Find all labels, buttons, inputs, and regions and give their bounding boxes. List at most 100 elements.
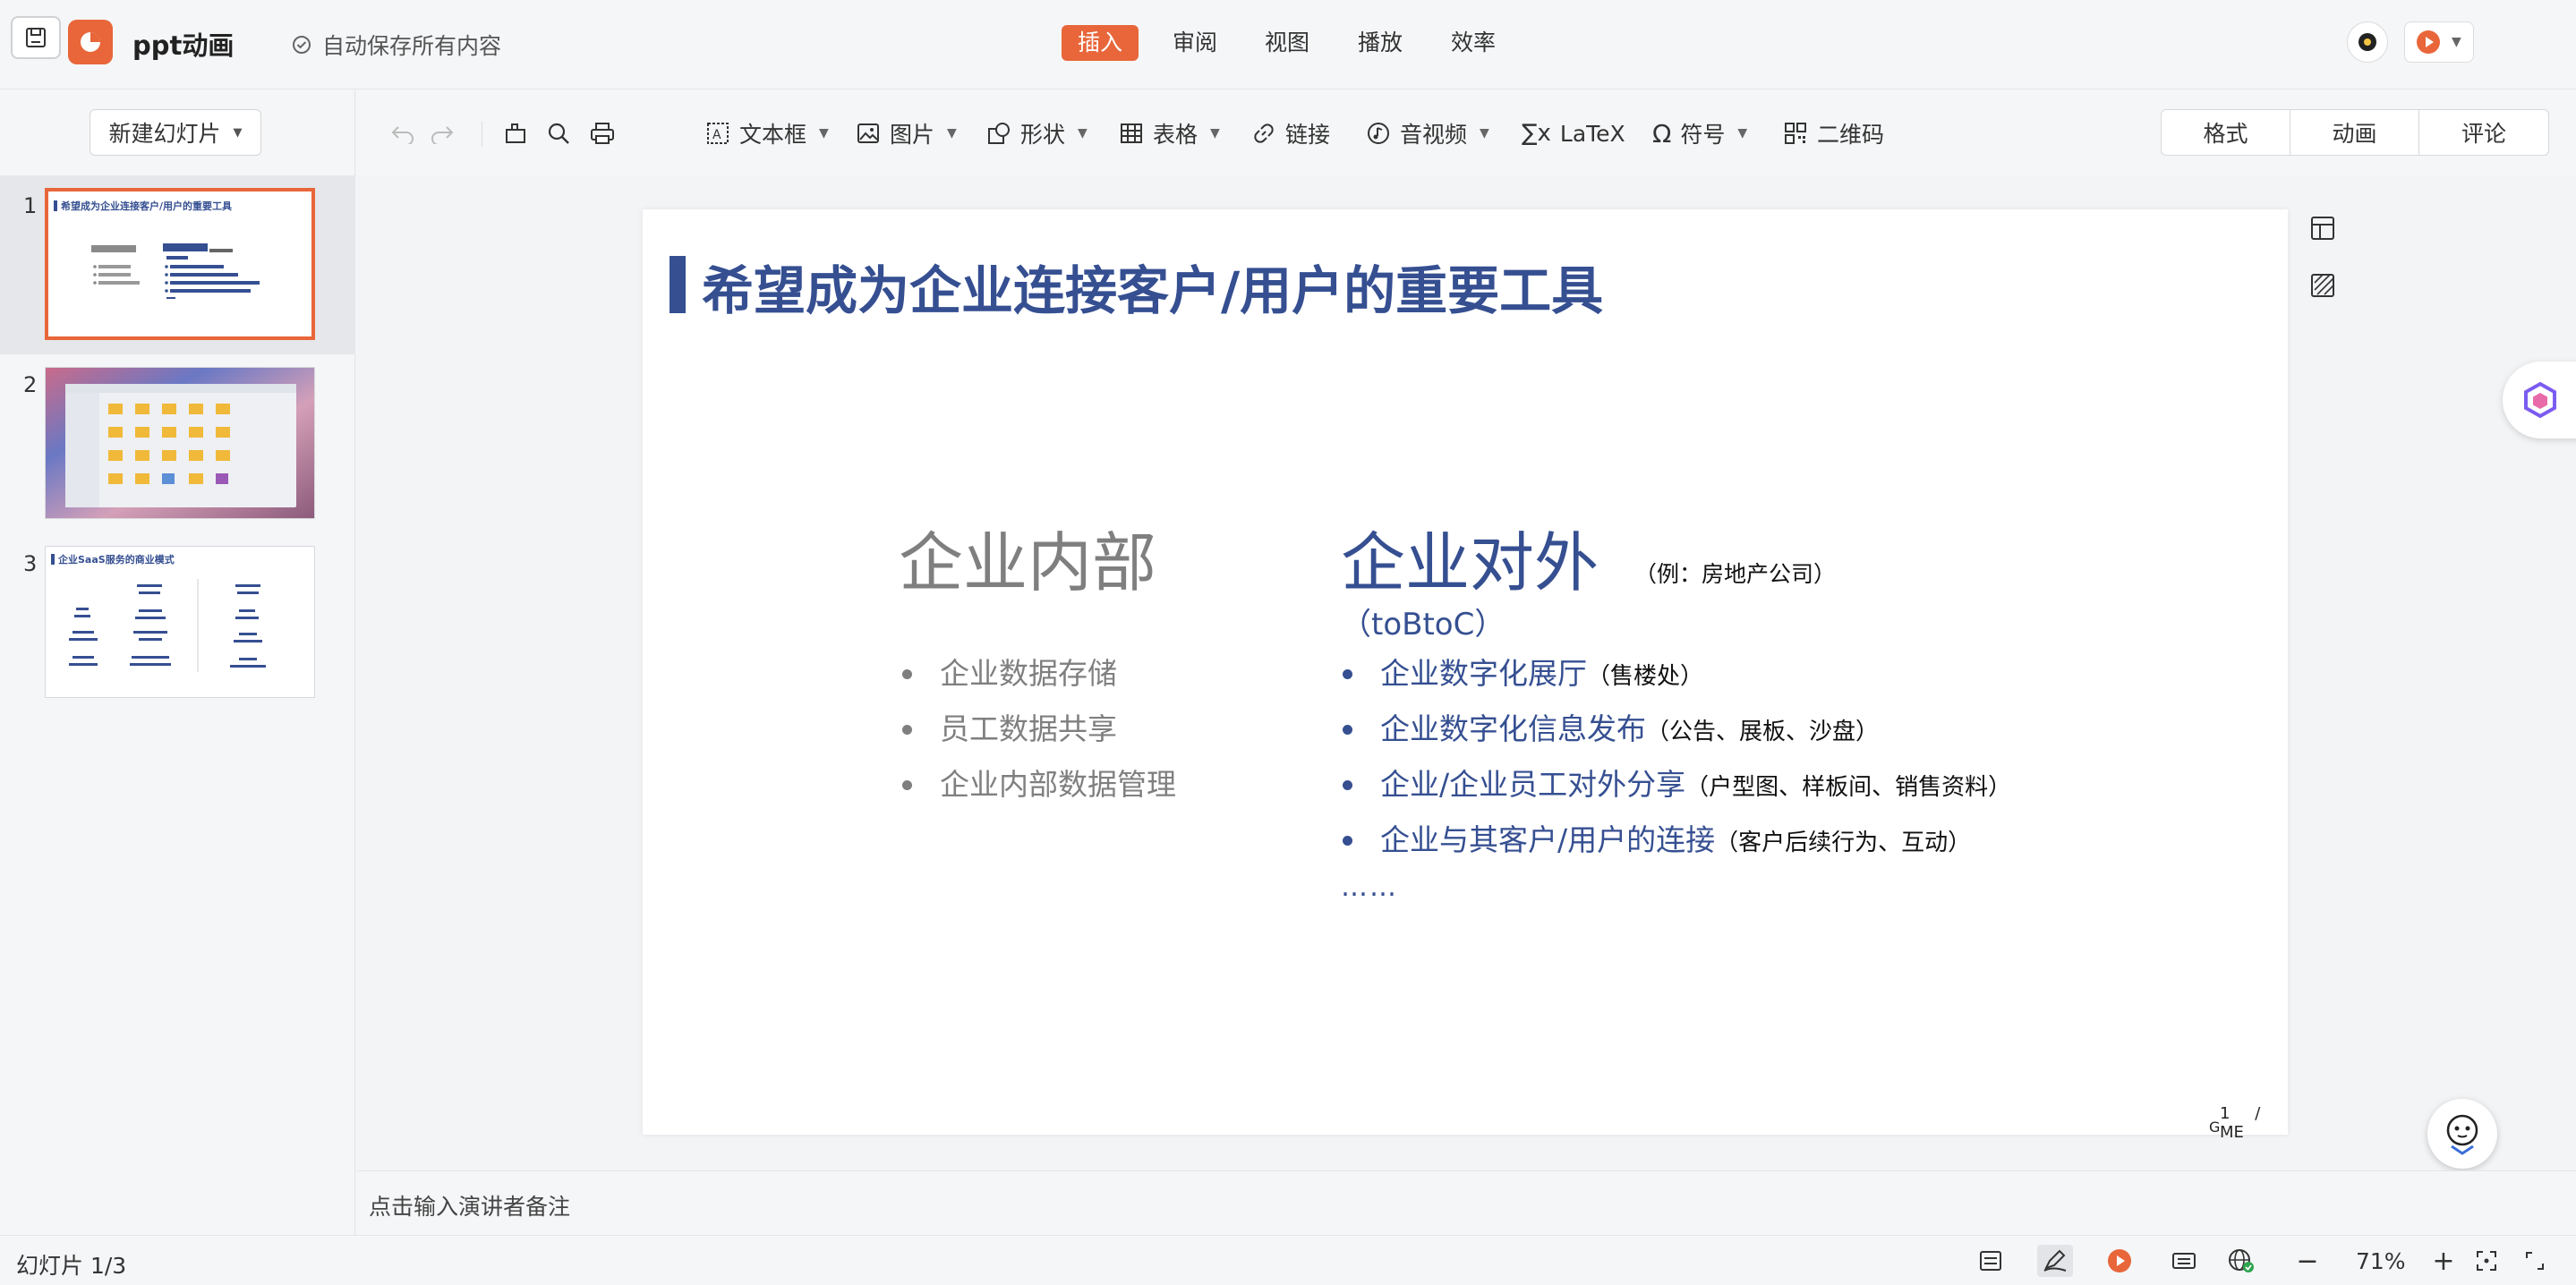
background-icon: [2311, 274, 2334, 297]
slide-canvas[interactable]: 希望成为企业连接客户/用户的重要工具 企业内部 企业对外 （例：房地产公司） （…: [643, 209, 2288, 1142]
speaker-notes[interactable]: 点击输入演讲者备注: [356, 1170, 2576, 1235]
slide-thumbnail-row-3[interactable]: 3 企业SaaS服务的商业模式: [0, 533, 355, 712]
menu-insert[interactable]: 插入: [1062, 25, 1139, 61]
printer-icon: [591, 123, 614, 144]
undo-button[interactable]: [390, 118, 415, 149]
background-button[interactable]: [2309, 272, 2336, 302]
shape-button[interactable]: 形状 ▼: [986, 118, 1088, 149]
slide-thumbnail-1[interactable]: 希望成为企业连接客户/用户的重要工具: [45, 188, 315, 340]
left-bullet-list[interactable]: 企业数据存储 员工数据共享 企业内部数据管理: [900, 646, 1176, 813]
new-slide-button[interactable]: 新建幻灯片 ▼: [90, 109, 261, 156]
notes-toggle-button[interactable]: [1973, 1245, 2009, 1277]
notes-placeholder[interactable]: 点击输入演讲者备注: [369, 1189, 570, 1221]
find-button[interactable]: [546, 118, 571, 149]
slide-thumbnail-row-2[interactable]: 2: [0, 354, 355, 533]
slide-thumbnail-row-1[interactable]: 1 希望成为企业连接客户/用户的重要工具: [0, 175, 355, 354]
document-title[interactable]: ppt动画: [132, 25, 234, 63]
property-tabs: 格式 动画 评论: [2161, 109, 2549, 156]
shape-label: 形状: [1020, 122, 1066, 148]
save-icon: [26, 28, 46, 47]
qrcode-icon: [1785, 123, 1806, 144]
symbol-button[interactable]: Ω 符号 ▼: [1652, 118, 1747, 149]
help-assistant-button[interactable]: [2427, 1099, 2497, 1169]
list-item: 企业内部数据管理: [900, 757, 1176, 813]
zoom-in-button[interactable]: +: [2426, 1245, 2461, 1277]
format-painter-button[interactable]: [503, 118, 528, 149]
fit-screen-icon: [2477, 1251, 2496, 1271]
tab-animation[interactable]: 动画: [2290, 110, 2419, 155]
chevron-down-icon[interactable]: ▼: [1737, 126, 1747, 140]
menu-view[interactable]: 视图: [1265, 25, 1309, 61]
bullet-note: （客户后续行为、互动）: [1715, 830, 1972, 856]
zoom-level[interactable]: 71%: [2356, 1248, 2406, 1274]
ai-assistant-badge[interactable]: [2503, 362, 2576, 438]
globe-check-icon: [2229, 1249, 2254, 1272]
right-bullet-list[interactable]: 企业数字化展厅（售楼处） 企业数字化信息发布（公告、展板、沙盘） 企业/企业员工…: [1341, 646, 2011, 868]
play-button[interactable]: [2102, 1245, 2137, 1277]
image-label: 图片: [890, 122, 935, 148]
right-example-note[interactable]: （例：房地产公司）: [1634, 557, 1836, 589]
right-subheading[interactable]: （toBtoC）: [1341, 600, 1505, 643]
zoom-out-button[interactable]: −: [2290, 1245, 2325, 1277]
link-icon: [1254, 123, 1274, 143]
notes-icon: [1980, 1251, 2001, 1271]
chevron-down-icon[interactable]: ▼: [234, 126, 243, 140]
thumbnail-content: [91, 243, 260, 299]
record-button[interactable]: [2347, 21, 2388, 63]
latex-button[interactable]: ∑x LaTeX: [1522, 118, 1625, 149]
subtitles-button[interactable]: [2166, 1245, 2202, 1277]
slide-number: 1: [23, 193, 38, 218]
format-painter-icon: [506, 123, 525, 143]
bullet-text: 企业数字化展厅: [1380, 656, 1587, 691]
left-heading[interactable]: 企业内部: [899, 510, 1156, 604]
omega-icon: Ω: [1652, 118, 1672, 149]
image-button[interactable]: 图片 ▼: [856, 118, 957, 149]
slideshow-button[interactable]: ▼: [2404, 21, 2474, 63]
shape-icon: [988, 123, 1010, 144]
slide-panel: 新建幻灯片 ▼ 1 希望成为企业连接客户/用户的重要工具 2 3 企业SaaS服…: [0, 89, 355, 1235]
plus-icon: +: [2432, 1245, 2455, 1277]
table-button[interactable]: 表格 ▼: [1119, 118, 1220, 149]
list-item: 员工数据共享: [900, 702, 1176, 757]
tab-format[interactable]: 格式: [2162, 110, 2290, 155]
save-button[interactable]: [11, 16, 61, 59]
print-button[interactable]: [589, 118, 616, 149]
list-item: 企业数据存储: [900, 646, 1176, 702]
layout-button[interactable]: [2309, 215, 2336, 245]
list-item: 企业数字化信息发布（公告、展板、沙盘）: [1341, 702, 2011, 757]
slide-thumbnail-2[interactable]: [45, 367, 315, 519]
textbox-icon: A: [707, 123, 729, 144]
bullet-text: 企业与其客户/用户的连接: [1380, 822, 1716, 857]
layout-icon: [2311, 217, 2334, 240]
link-button[interactable]: 链接: [1251, 118, 1330, 149]
language-button[interactable]: [2223, 1245, 2259, 1277]
annotation-button[interactable]: [2037, 1245, 2073, 1277]
slide-title[interactable]: 希望成为企业连接客户/用户的重要工具: [702, 249, 1603, 324]
pen-icon: [2043, 1249, 2067, 1272]
image-icon: [857, 123, 879, 143]
tab-comment[interactable]: 评论: [2419, 110, 2548, 155]
table-label: 表格: [1153, 122, 1198, 148]
chevron-down-icon[interactable]: ▼: [947, 126, 957, 140]
chevron-down-icon[interactable]: ▼: [1210, 126, 1220, 140]
menu-efficiency[interactable]: 效率: [1451, 25, 1496, 61]
menu-play[interactable]: 播放: [1358, 25, 1403, 61]
menu-review[interactable]: 审阅: [1173, 25, 1217, 61]
chevron-down-icon[interactable]: ▼: [1078, 126, 1088, 140]
autosave-status: 自动保存所有内容: [292, 29, 501, 61]
chevron-down-icon[interactable]: ▼: [1480, 126, 1489, 140]
right-heading[interactable]: 企业对外: [1341, 510, 1599, 604]
textbox-button[interactable]: A 文本框 ▼: [705, 118, 829, 149]
media-button[interactable]: 音视频 ▼: [1366, 118, 1489, 149]
fit-window-button[interactable]: [2469, 1245, 2504, 1277]
fullscreen-button[interactable]: [2517, 1245, 2553, 1277]
slide-thumbnail-3[interactable]: 企业SaaS服务的商业模式: [45, 546, 315, 698]
play-circle-icon: [2108, 1249, 2131, 1272]
chevron-down-icon[interactable]: ▼: [819, 126, 829, 140]
qrcode-button[interactable]: 二维码: [1783, 118, 1884, 149]
search-icon: [548, 123, 569, 144]
record-icon: [2358, 33, 2376, 51]
chevron-down-icon[interactable]: ▼: [2452, 35, 2461, 49]
qrcode-label: 二维码: [1817, 122, 1885, 148]
redo-button[interactable]: [430, 118, 455, 149]
